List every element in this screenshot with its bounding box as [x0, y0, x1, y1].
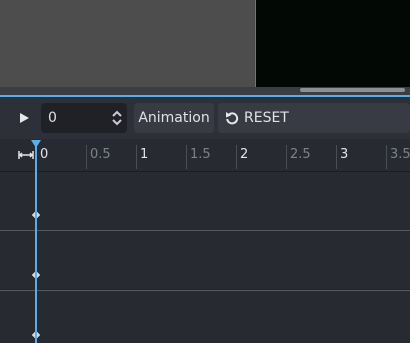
timeline-tick-label: 1 — [140, 147, 149, 162]
timeline-tick-line — [186, 145, 187, 169]
reset-icon — [226, 112, 239, 125]
horizontal-resize-icon[interactable] — [18, 150, 34, 160]
timeline-tick-label: 3.5 — [390, 147, 410, 162]
timeline-tick-label: 2 — [240, 147, 249, 162]
animation-label: Animation — [138, 110, 210, 126]
timeline-tick-label: 1.5 — [190, 147, 211, 162]
timeline-tick-line — [386, 145, 387, 169]
track-row[interactable] — [0, 291, 410, 343]
track-row[interactable] — [0, 231, 410, 289]
reset-label: RESET — [244, 110, 289, 126]
timeline-tick-line — [286, 145, 287, 169]
spinner-arrows-icon[interactable] — [111, 109, 123, 127]
playhead-line[interactable] — [35, 145, 37, 343]
timeline-tick-line — [236, 145, 237, 169]
track-row[interactable] — [0, 172, 410, 230]
animation-dropdown-button[interactable]: Animation — [134, 103, 214, 133]
frame-input-value: 0 — [48, 110, 57, 126]
viewport-left-panel — [0, 0, 254, 87]
timeline-tick-line — [336, 145, 337, 169]
viewport-3d-view[interactable] — [255, 0, 410, 87]
timeline-tick-line — [86, 145, 87, 169]
play-button[interactable] — [12, 103, 36, 133]
viewport-scrollbar-thumb[interactable] — [300, 88, 405, 92]
timeline-tick-label: 2.5 — [290, 147, 311, 162]
timeline-tick-line — [136, 145, 137, 169]
timeline-tick-label: 3 — [340, 147, 349, 162]
play-icon — [20, 113, 29, 123]
reset-button[interactable]: RESET — [218, 103, 410, 133]
timeline-tick-label: 0 — [40, 147, 49, 162]
frame-input[interactable]: 0 — [41, 103, 127, 133]
playhead-handle[interactable] — [31, 140, 41, 148]
timeline-tick-label: 0.5 — [90, 147, 111, 162]
